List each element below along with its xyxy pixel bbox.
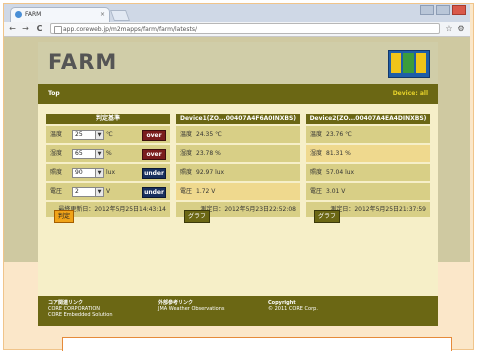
device2-panel: Device2(ZO...00407A4EA4DINXBS) 温度 23.76 … [306,114,430,217]
temp-threshold-input[interactable]: 25 [72,130,96,140]
browser-tab[interactable]: FARM × [10,7,110,22]
status-badge-over: over [142,149,166,160]
row-value: 92.97 lux [196,169,225,176]
browser-window: FARM × ← → C app.coreweb.jp/m2mapps/farm… [4,4,470,326]
forward-icon[interactable]: → [20,23,31,34]
row-value: 57.04 lux [326,169,355,176]
judge-button[interactable]: 判定 [54,210,75,223]
criteria-row-voltage: 電圧 2 ▼ V under [46,183,170,200]
device1-row-voltage: 電圧 1.72 V [176,183,300,200]
criteria-row-temp: 温度 25 ▼ ℃ over [46,126,170,143]
device1-title: Device1(ZO...00407A4F6A0INXBS) [176,114,300,124]
criteria-panel: 判定基準 温度 25 ▼ ℃ over 湿度 65 ▼ % over 照度 90… [46,114,170,217]
row-unit: V [106,188,111,195]
row-value: 24.35 ℃ [196,131,222,138]
device2-row-humidity: 湿度 81.31 % [306,145,430,162]
core-embedded-link[interactable]: CORE Embedded Solution [48,312,113,318]
page-footer: コア関連リンク CORE CORPORATION CORE Embedded S… [38,296,438,326]
callout-box [62,337,452,351]
reload-icon[interactable]: C [34,23,45,34]
row-value: 23.76 ℃ [326,131,352,138]
farm-page: FARM Top Device: all 判定基準 温度 25 ▼ ℃ over [38,42,438,326]
device1-row-lux: 照度 92.97 lux [176,164,300,181]
row-value: 81.31 % [326,150,351,157]
core-logo-icon [388,50,430,78]
footer-external-links: 外部参考リンク JMA Weather Observations [158,300,225,312]
close-window-icon[interactable] [452,5,466,15]
row-label: 電圧 [180,188,193,195]
page-viewport: FARM Top Device: all 判定基準 温度 25 ▼ ℃ over [4,37,470,326]
row-label: 電圧 [50,188,63,195]
status-badge-under: under [142,168,166,179]
voltage-threshold-input[interactable]: 2 [72,187,96,197]
wrench-icon[interactable]: ⚙ [456,23,466,34]
page-icon [54,26,62,34]
lux-threshold-input[interactable]: 90 [72,168,96,178]
back-icon[interactable]: ← [7,23,18,34]
chevron-down-icon[interactable]: ▼ [95,130,104,140]
graph-button[interactable]: グラフ [314,210,341,223]
row-value: 1.72 V [196,188,216,195]
address-bar[interactable]: app.coreweb.jp/m2mapps/farm/farm/latests… [50,23,440,34]
device2-row-voltage: 電圧 3.01 V [306,183,430,200]
page-header: FARM [38,42,438,84]
row-label: 温度 [180,131,193,138]
browser-toolbar: ← → C app.coreweb.jp/m2mapps/farm/farm/l… [4,22,470,37]
nav-bar: Top Device: all [38,84,438,104]
row-label: 照度 [180,169,193,176]
footer-core-links: コア関連リンク CORE CORPORATION CORE Embedded S… [48,300,113,318]
row-label: 湿度 [50,150,63,157]
device2-row-lux: 照度 57.04 lux [306,164,430,181]
humidity-threshold-input[interactable]: 65 [72,149,96,159]
row-label: 照度 [50,169,63,176]
star-icon[interactable]: ☆ [444,23,454,34]
row-label: 湿度 [180,150,193,157]
chevron-down-icon[interactable]: ▼ [95,149,104,159]
status-badge-under: under [142,187,166,198]
tab-close-icon[interactable]: × [100,8,105,21]
new-tab-button[interactable] [109,10,131,21]
maximize-icon[interactable] [436,5,450,15]
device1-row-temp: 温度 24.35 ℃ [176,126,300,143]
favicon-icon [15,11,22,18]
graph-button[interactable]: グラフ [184,210,211,223]
chevron-down-icon[interactable]: ▼ [95,168,104,178]
row-label: 電圧 [310,188,323,195]
row-unit: % [106,150,112,157]
row-value: 23.78 % [196,150,221,157]
jma-link[interactable]: JMA Weather Observations [158,306,225,312]
tab-bar: FARM × [4,4,470,22]
device2-row-temp: 温度 23.76 ℃ [306,126,430,143]
row-value: 3.01 V [326,188,346,195]
farm-logo: FARM [48,50,118,74]
device1-panel: Device1(ZO...00407A4F6A0INXBS) 温度 24.35 … [176,114,300,217]
footer-copyright: Copyright © 2011 CORE Corp. [268,300,318,312]
window-controls [420,5,466,15]
minimize-icon[interactable] [420,5,434,15]
row-label: 温度 [50,131,63,138]
criteria-title: 判定基準 [46,114,170,124]
chevron-down-icon[interactable]: ▼ [95,187,104,197]
criteria-row-humidity: 湿度 65 ▼ % over [46,145,170,162]
row-unit: lux [106,169,116,176]
device-filter[interactable]: Device: all [393,84,428,104]
address-text: app.coreweb.jp/m2mapps/farm/farm/latests… [63,26,198,33]
nav-top-link[interactable]: Top [48,84,60,104]
row-label: 照度 [310,169,323,176]
status-badge-over: over [142,130,166,141]
device1-row-humidity: 湿度 23.78 % [176,145,300,162]
row-unit: ℃ [106,131,113,138]
tab-title: FARM [25,11,42,18]
row-label: 温度 [310,131,323,138]
criteria-row-lux: 照度 90 ▼ lux under [46,164,170,181]
device2-title: Device2(ZO...00407A4EA4DINXBS) [306,114,430,124]
row-label: 湿度 [310,150,323,157]
